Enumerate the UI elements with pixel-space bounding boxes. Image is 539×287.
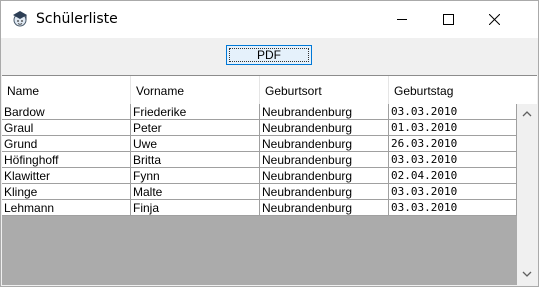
maximize-icon	[443, 14, 454, 25]
header-corner	[517, 76, 537, 104]
table-row[interactable]: Klawitter Fynn Neubrandenburg 02.04.2010	[2, 168, 517, 184]
cell-name[interactable]: Klawitter	[2, 168, 131, 184]
cell-name[interactable]: Klinge	[2, 184, 131, 200]
cell-geburtsort[interactable]: Neubrandenburg	[260, 104, 389, 120]
pdf-button[interactable]: PDF	[226, 45, 312, 65]
minimize-icon	[397, 19, 407, 20]
scroll-up-button[interactable]	[517, 104, 537, 124]
cell-vorname[interactable]: Uwe	[131, 136, 260, 152]
column-header-geburtstag[interactable]: Geburtstag	[389, 76, 517, 104]
table-header: Name Vorname Geburtsort Geburtstag	[2, 76, 517, 104]
cell-name[interactable]: Graul	[2, 120, 131, 136]
cell-geburtsort[interactable]: Neubrandenburg	[260, 200, 389, 216]
table-row[interactable]: Graul Peter Neubrandenburg 01.03.2010	[2, 120, 517, 136]
cell-geburtstag[interactable]: 03.03.2010	[389, 152, 517, 168]
cell-name[interactable]: Höfinghoff	[2, 152, 131, 168]
table-row[interactable]: Bardow Friederike Neubrandenburg 03.03.2…	[2, 104, 517, 120]
minimize-button[interactable]	[379, 1, 425, 38]
title-bar[interactable]: Schülerliste	[1, 1, 538, 38]
close-icon	[489, 14, 500, 25]
table-body: Name Vorname Geburtsort Geburtstag Bardo…	[2, 76, 517, 285]
table-row[interactable]: Höfinghoff Britta Neubrandenburg 03.03.2…	[2, 152, 517, 168]
cell-geburtsort[interactable]: Neubrandenburg	[260, 184, 389, 200]
cell-geburtstag[interactable]: 03.03.2010	[389, 104, 517, 120]
cell-geburtsort[interactable]: Neubrandenburg	[260, 168, 389, 184]
cell-vorname[interactable]: Finja	[131, 200, 260, 216]
chevron-up-icon	[522, 111, 532, 117]
cell-vorname[interactable]: Britta	[131, 152, 260, 168]
cell-name[interactable]: Bardow	[2, 104, 131, 120]
chevron-down-icon	[522, 271, 532, 277]
cell-geburtstag[interactable]: 03.03.2010	[389, 200, 517, 216]
cell-geburtstag[interactable]: 03.03.2010	[389, 184, 517, 200]
table-row[interactable]: Grund Uwe Neubrandenburg 26.03.2010	[2, 136, 517, 152]
scroll-down-button[interactable]	[517, 265, 537, 285]
cell-name[interactable]: Lehmann	[2, 200, 131, 216]
table-row[interactable]: Lehmann Finja Neubrandenburg 03.03.2010	[2, 200, 517, 216]
table-row[interactable]: Klinge Malte Neubrandenburg 03.03.2010	[2, 184, 517, 200]
cell-geburtsort[interactable]: Neubrandenburg	[260, 152, 389, 168]
cell-vorname[interactable]: Fynn	[131, 168, 260, 184]
cell-geburtsort[interactable]: Neubrandenburg	[260, 136, 389, 152]
window: Schülerliste PDF Name Vorname Geburtsort	[0, 0, 539, 287]
window-title: Schülerliste	[36, 11, 118, 27]
maximize-button[interactable]	[425, 1, 471, 38]
cell-vorname[interactable]: Peter	[131, 120, 260, 136]
student-table[interactable]: Name Vorname Geburtsort Geburtstag Bardo…	[2, 75, 537, 285]
student-cap-icon[interactable]	[11, 10, 29, 28]
cell-name[interactable]: Grund	[2, 136, 131, 152]
column-header-name[interactable]: Name	[2, 76, 131, 104]
cell-geburtstag[interactable]: 02.04.2010	[389, 168, 517, 184]
cell-geburtstag[interactable]: 26.03.2010	[389, 136, 517, 152]
cell-vorname[interactable]: Friederike	[131, 104, 260, 120]
cell-geburtstag[interactable]: 01.03.2010	[389, 120, 517, 136]
vertical-scrollbar[interactable]	[517, 104, 537, 285]
column-header-vorname[interactable]: Vorname	[131, 76, 260, 104]
cell-vorname[interactable]: Malte	[131, 184, 260, 200]
cell-geburtsort[interactable]: Neubrandenburg	[260, 120, 389, 136]
close-button[interactable]	[471, 1, 517, 38]
column-header-geburtsort[interactable]: Geburtsort	[260, 76, 389, 104]
